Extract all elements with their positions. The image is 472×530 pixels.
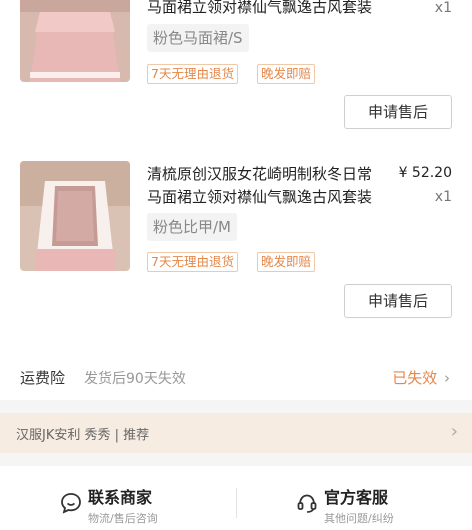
chat-bubble-icon (60, 492, 82, 514)
official-service-button[interactable]: 官方客服 其他问题/纠纷 (296, 480, 456, 530)
tag-late-shipping-compensation: 晚发即赔 (257, 64, 316, 84)
product-spec: 粉色马面裙/S (147, 24, 249, 52)
shipping-insurance-status[interactable]: 已失效 › (392, 367, 450, 388)
headset-icon (296, 492, 318, 514)
contact-merchant-button[interactable]: 联系商家 物流/售后咨询 (60, 480, 220, 530)
quantity: x1 (434, 0, 452, 16)
tag-late-shipping-compensation: 晚发即赔 (257, 252, 316, 272)
shipping-insurance-row[interactable]: 运费险 发货后90天失效 已失效 › (0, 352, 472, 400)
shipping-insurance-desc: 发货后90天失效 (84, 371, 186, 387)
contact-merchant-sub: 物流/售后咨询 (88, 512, 158, 525)
tag-7day-return: 7天无理由退货 (147, 64, 238, 84)
quantity: x1 (434, 189, 452, 205)
contact-footer: 联系商家 物流/售后咨询 官方客服 其他问题/纠纷 (0, 466, 472, 530)
apply-after-sale-button[interactable]: 申请售后 (344, 284, 452, 318)
product-spec: 粉色比甲/M (147, 213, 237, 241)
promo-text: 汉服JK安利 秀秀 | 推荐 (16, 428, 150, 443)
official-service-sub: 其他问题/纠纷 (324, 512, 394, 525)
chevron-right-icon: › (444, 369, 450, 387)
product-image-pink-vest[interactable] (20, 161, 130, 271)
product-title-line1[interactable]: 清梳原创汉服女花崎明制秋冬日常 (147, 163, 427, 185)
promo-banner[interactable]: 汉服JK安利 秀秀 | 推荐 › (0, 413, 472, 453)
chevron-right-icon: › (450, 421, 458, 442)
status-text: 已失效 (392, 369, 438, 387)
order-items-card: 马面裙立领对襟仙气飘逸古风套装 x1 粉色马面裙/S 7天无理由退货 晚发即赔 … (0, 0, 472, 400)
footer-divider (236, 488, 237, 518)
shipping-insurance-label: 运费险 (20, 369, 66, 387)
product-title-line2[interactable]: 马面裙立领对襟仙气飘逸古风套装 (147, 0, 427, 18)
product-image-pink-skirt[interactable] (20, 0, 130, 82)
apply-after-sale-button[interactable]: 申请售后 (344, 95, 452, 129)
product-price: ¥ 52.20 (398, 165, 452, 181)
product-title-line2[interactable]: 马面裙立领对襟仙气飘逸古风套装 (147, 186, 427, 208)
official-service-label: 官方客服 (324, 488, 389, 507)
tag-7day-return: 7天无理由退货 (147, 252, 238, 272)
contact-merchant-label: 联系商家 (88, 488, 153, 507)
